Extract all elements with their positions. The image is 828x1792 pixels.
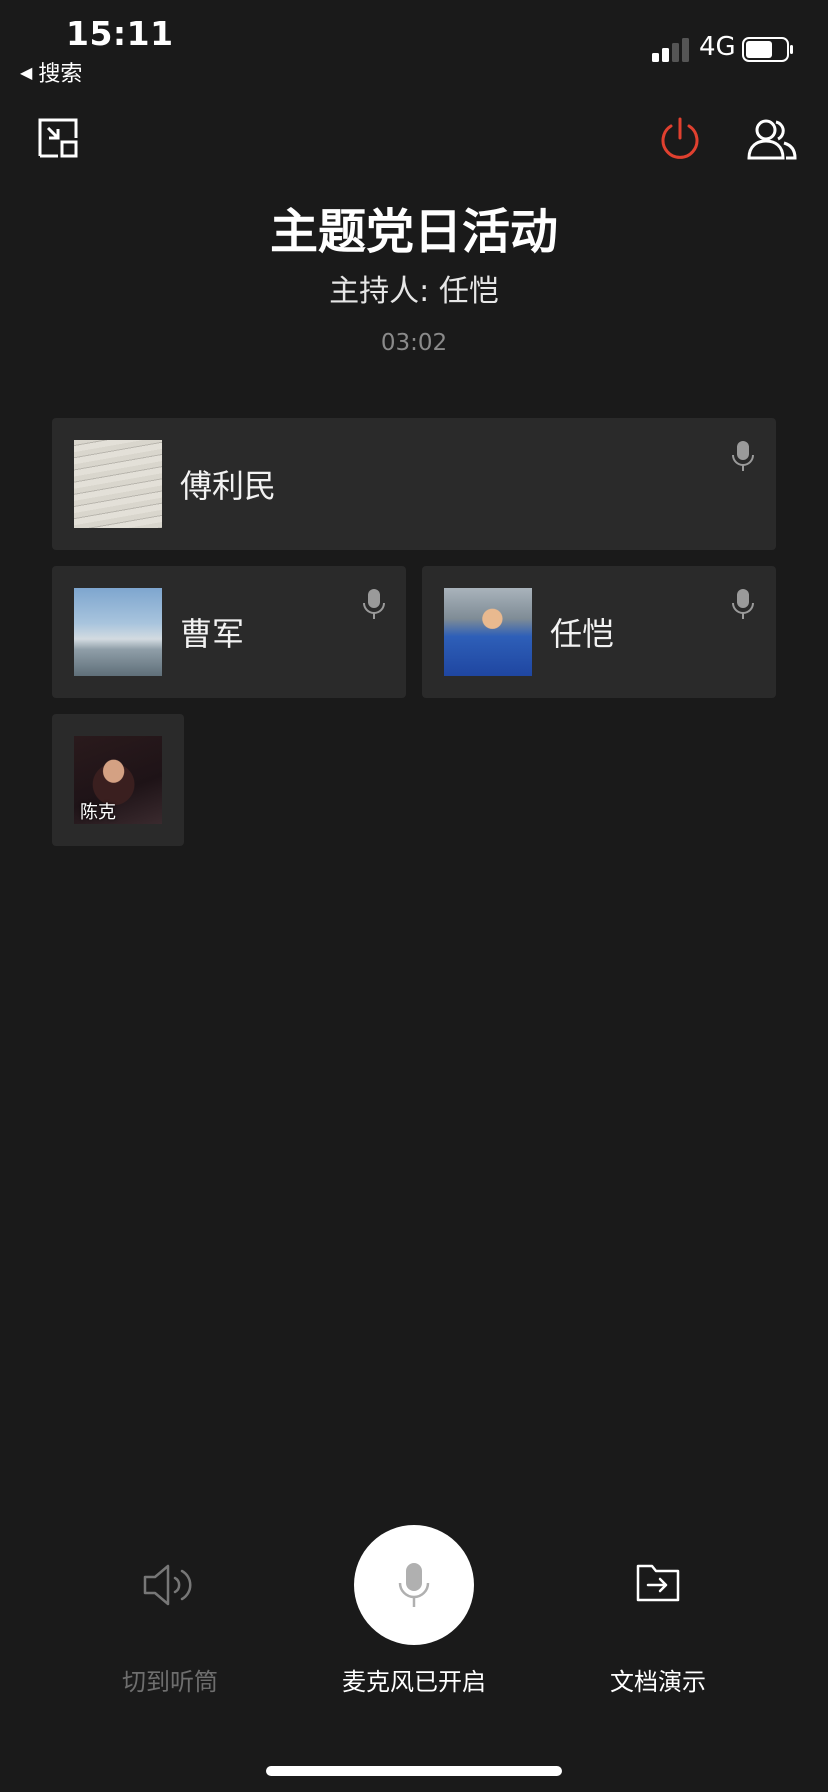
back-app-label: 搜索 (38, 62, 83, 87)
participant-name: 傅利民 (180, 467, 277, 505)
participant-tile[interactable]: 傅利民 (52, 418, 776, 550)
mic-icon (363, 589, 385, 619)
network-type: 4G (699, 32, 736, 62)
mic-icon (732, 441, 754, 471)
end-meeting-power-icon[interactable] (657, 116, 703, 162)
meeting-title: 主题党日活动 (269, 204, 558, 260)
mic-icon (732, 589, 754, 619)
host-name: 任恺 (438, 274, 499, 309)
speaker-icon[interactable] (142, 1562, 194, 1608)
back-to-app-link[interactable]: ◀ 搜索 (20, 56, 82, 88)
participant-name: 陈克 (80, 802, 116, 823)
host-label: 主持人: (329, 274, 430, 309)
avatar (444, 588, 532, 676)
participant-tile[interactable]: 任恺 (422, 566, 776, 698)
participants-icon[interactable] (746, 116, 798, 162)
meeting-timer: 03:02 (380, 330, 448, 356)
microphone-toggle-button[interactable] (354, 1525, 474, 1645)
minimize-window-icon[interactable] (36, 116, 82, 162)
back-arrow-icon: ◀ (20, 62, 33, 82)
participant-tile[interactable]: 陈克 (52, 714, 184, 846)
microphone-icon (398, 1563, 430, 1607)
participant-name: 任恺 (550, 615, 615, 653)
document-share-icon[interactable] (636, 1562, 680, 1604)
home-indicator[interactable] (266, 1766, 562, 1776)
signal-strength-icon (652, 38, 689, 62)
avatar (74, 440, 162, 528)
avatar (74, 588, 162, 676)
status-time: 15:11 (66, 14, 174, 53)
participant-tile[interactable]: 曹军 (52, 566, 406, 698)
microphone-status-label[interactable]: 麦克风已开启 (294, 1662, 534, 1697)
document-share-label[interactable]: 文档演示 (538, 1662, 778, 1697)
participant-name: 曹军 (180, 615, 245, 653)
host-info: 主持人: 任恺 (0, 266, 828, 310)
speaker-toggle-label[interactable]: 切到听筒 (50, 1662, 290, 1697)
battery-icon (742, 37, 793, 62)
